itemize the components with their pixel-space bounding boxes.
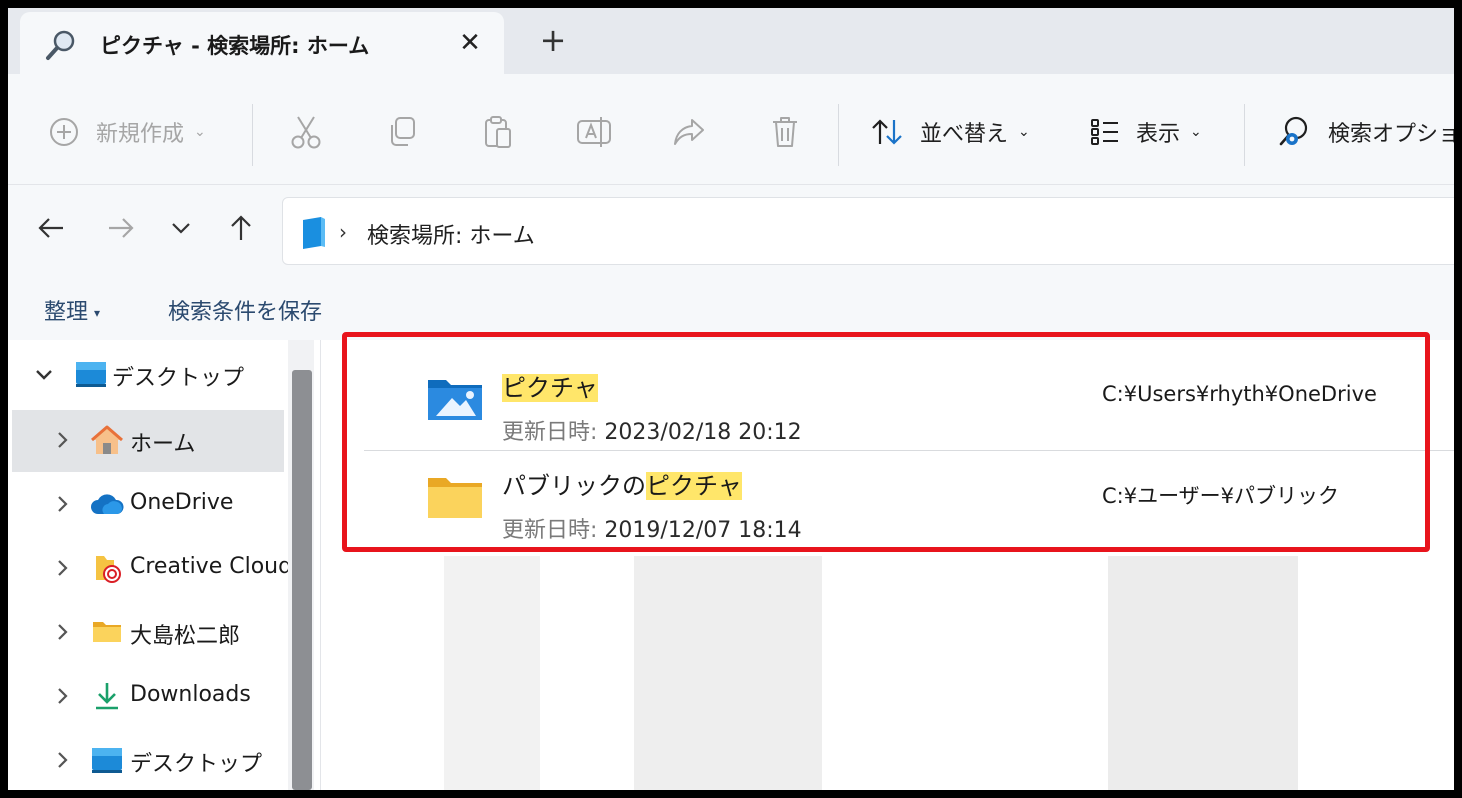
sort-button[interactable]: 並べ替え ⌄: [870, 114, 1030, 150]
chevron-right-icon: [58, 688, 68, 704]
sidebar-item-label: ホーム: [130, 432, 196, 457]
blurred-placeholder: [634, 556, 822, 790]
rename-icon: [577, 117, 611, 147]
trash-icon: [773, 117, 797, 147]
save-search-label: 検索条件を保存: [168, 300, 323, 325]
home-icon: [91, 425, 123, 454]
organize-label: 整理: [44, 300, 89, 325]
search-options-label: 検索オプション: [1328, 122, 1454, 147]
organize-button[interactable]: 整理 ▾: [44, 294, 100, 326]
toolbar-divider: [838, 104, 839, 166]
new-button-label: 新規作成: [96, 122, 185, 147]
pane-divider[interactable]: [320, 340, 321, 790]
scissors-icon: [291, 116, 321, 149]
chevron-down-icon: ⌄: [1190, 124, 1202, 140]
sidebar-scrollbar-thumb[interactable]: [292, 370, 312, 790]
list-view-icon: [1091, 119, 1118, 145]
caret-down-icon: ▾: [94, 306, 101, 320]
sidebar-item-label: デスクトップ: [130, 752, 263, 777]
search-icon: [46, 30, 75, 60]
sidebar-item-label: 大島松二郎: [130, 624, 241, 649]
chevron-right-icon: [58, 432, 68, 448]
blurred-placeholder: [1108, 556, 1298, 790]
forward-button[interactable]: [104, 211, 138, 245]
search-options-icon: [1279, 116, 1308, 146]
sidebar-item-desktop[interactable]: デスクトップ: [12, 344, 284, 406]
share-button[interactable]: [672, 114, 706, 150]
download-icon: [96, 683, 118, 710]
desktop-icon: [92, 748, 122, 773]
address-bar[interactable]: › 検索場所: ホーム: [282, 197, 1454, 265]
sort-arrows-icon: [872, 119, 902, 145]
view-label: 表示: [1136, 122, 1181, 147]
paste-button[interactable]: [482, 114, 514, 150]
navigation-pane: デスクトップ ホーム OneDrive Creative Cloud 大島松二郎…: [8, 340, 298, 790]
arrow-left-icon: [38, 218, 63, 238]
sidebar-item-desktop-2[interactable]: デスクトップ: [12, 730, 284, 790]
save-search-button[interactable]: 検索条件を保存: [168, 294, 322, 326]
chevron-right-icon: [58, 624, 68, 640]
command-row: 整理 ▾ 検索条件を保存: [8, 276, 1454, 340]
sidebar-item-downloads[interactable]: Downloads: [12, 666, 284, 728]
chevron-right-icon: [58, 496, 68, 512]
title-bar: ピクチャ - 検索場所: ホーム ✕ +: [8, 8, 1454, 76]
copy-button[interactable]: [386, 114, 418, 150]
blurred-placeholder: [444, 556, 540, 790]
breadcrumb-location[interactable]: 検索場所: ホーム: [367, 218, 535, 250]
back-button[interactable]: [34, 211, 68, 245]
creative-cloud-folder-icon: [96, 556, 121, 583]
plus-circle-icon: [50, 118, 78, 146]
close-icon[interactable]: ✕: [456, 30, 484, 58]
tab-search-results[interactable]: ピクチャ - 検索場所: ホーム ✕: [20, 12, 504, 76]
annotation-highlight-box: [342, 332, 1430, 552]
copy-icon: [391, 117, 415, 146]
explorer-window: ピクチャ - 検索場所: ホーム ✕ + 新規作成 ⌄ 並べ替え ⌄ 表示 ⌄ …: [8, 8, 1454, 790]
up-button[interactable]: [224, 211, 258, 245]
breadcrumb-separator: ›: [339, 220, 347, 244]
sidebar-item-home[interactable]: ホーム: [12, 410, 284, 472]
delete-button[interactable]: [770, 114, 800, 150]
clipboard-icon: [485, 116, 511, 148]
chevron-right-icon: [58, 752, 68, 768]
sidebar-item-label: OneDrive: [130, 490, 234, 515]
cut-button[interactable]: [290, 114, 322, 150]
arrow-up-icon: [231, 215, 251, 240]
toolbar-divider: [252, 104, 253, 166]
sidebar-item-creative-cloud[interactable]: Creative Cloud: [12, 538, 292, 600]
rename-button[interactable]: [576, 114, 612, 150]
search-results-location-icon: [303, 217, 325, 249]
folder-icon: [93, 622, 121, 642]
sidebar-item-label: デスクトップ: [112, 366, 245, 391]
chevron-down-icon: ⌄: [1018, 124, 1030, 140]
sidebar-item-user-folder[interactable]: 大島松二郎: [12, 602, 284, 664]
new-tab-button[interactable]: +: [538, 24, 568, 56]
toolbar-divider: [1244, 104, 1245, 166]
recent-locations-button[interactable]: [164, 211, 198, 245]
view-button[interactable]: 表示 ⌄: [1090, 114, 1202, 150]
chevron-right-icon: [58, 560, 68, 576]
navigation-bar: › 検索場所: ホーム: [8, 184, 1454, 276]
sort-label: 並べ替え: [920, 122, 1009, 147]
command-toolbar: 新規作成 ⌄ 並べ替え ⌄ 表示 ⌄ 検索オプショ: [8, 74, 1454, 184]
chevron-down-icon: ⌄: [194, 124, 206, 140]
tab-title: ピクチャ - 検索場所: ホーム: [100, 34, 370, 58]
search-options-button[interactable]: 検索オプション: [1278, 114, 1454, 150]
desktop-icon: [76, 362, 106, 387]
sidebar-item-label: Creative Cloud: [130, 554, 293, 579]
chevron-down-icon: [172, 223, 190, 234]
sidebar-item-label: Downloads: [130, 682, 251, 707]
new-button[interactable]: 新規作成 ⌄: [48, 114, 206, 150]
share-icon: [674, 119, 704, 145]
chevron-down-icon: [36, 370, 52, 380]
cloud-icon: [91, 494, 124, 514]
sidebar-item-onedrive[interactable]: OneDrive: [12, 474, 284, 536]
arrow-right-icon: [109, 218, 134, 238]
